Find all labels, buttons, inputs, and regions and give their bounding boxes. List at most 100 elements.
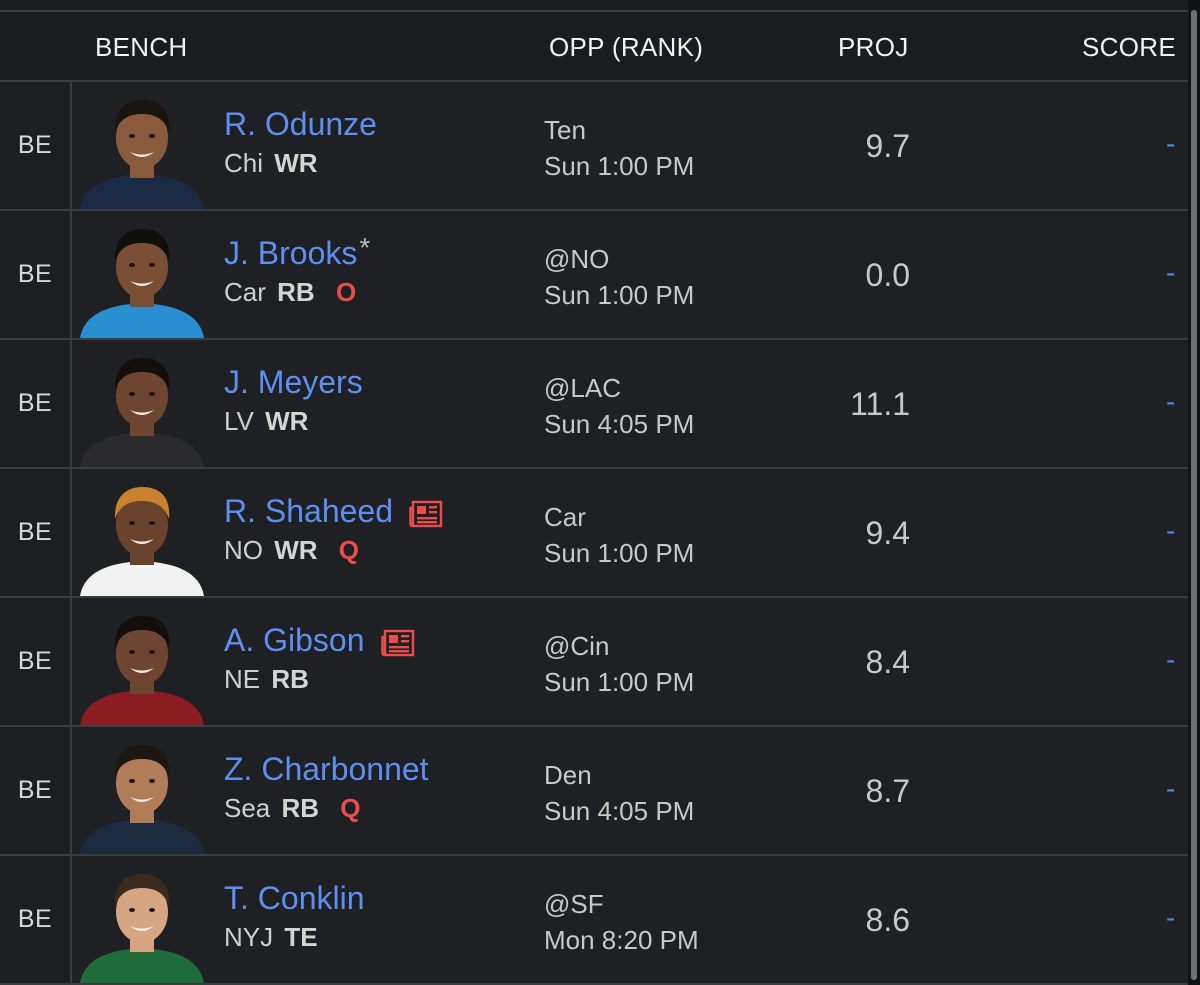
player-team-position: Sea RB Q xyxy=(224,793,361,824)
player-name-link[interactable]: J. Meyers xyxy=(224,364,363,401)
player-position: WR xyxy=(274,148,318,178)
player-position: RB xyxy=(271,664,309,694)
lineup-slot[interactable]: BE xyxy=(0,340,72,467)
player-row[interactable]: BE R. Shaheed NO WR Q Car Sun 1:00 PM 9.… xyxy=(0,469,1188,598)
slot-label: BE xyxy=(17,905,53,933)
player-name-link[interactable]: T. Conklin xyxy=(224,880,365,917)
player-row[interactable]: BE T. Conklin NYJ TE @SF Mon 8:20 PM 8.6… xyxy=(0,856,1188,985)
opponent[interactable]: @LAC xyxy=(544,370,694,406)
player-name-link[interactable]: R. Odunze xyxy=(224,106,377,143)
header-score[interactable]: SCORE xyxy=(1082,32,1176,63)
score-value[interactable]: - xyxy=(1166,515,1175,547)
player-team-position: Chi WR xyxy=(224,148,318,179)
player-headshot[interactable] xyxy=(72,348,212,467)
player-team-position: NE RB xyxy=(224,664,309,695)
opponent-info: @LAC Sun 4:05 PM xyxy=(544,370,694,442)
score-value[interactable]: - xyxy=(1166,386,1175,418)
slot-label: BE xyxy=(17,776,53,804)
opponent-info: Ten Sun 1:00 PM xyxy=(544,112,694,184)
player-headshot[interactable] xyxy=(72,90,212,209)
player-name-link[interactable]: R. Shaheed xyxy=(224,493,393,530)
player-team: LV xyxy=(224,406,254,436)
slot-label: BE xyxy=(17,260,53,288)
player-headshot[interactable] xyxy=(72,735,212,854)
projected-points: 9.7 xyxy=(865,128,910,164)
player-row[interactable]: BE Z. Charbonnet Sea RB Q Den Sun 4:05 P… xyxy=(0,727,1188,856)
player-row[interactable]: BE R. Odunze Chi WR Ten Sun 1:00 PM 9.7 … xyxy=(0,82,1188,211)
news-icon[interactable] xyxy=(409,499,443,527)
score-value[interactable]: - xyxy=(1166,257,1175,289)
player-name-link[interactable]: A. Gibson xyxy=(224,622,365,659)
player-headshot[interactable] xyxy=(72,864,212,983)
score-value[interactable]: - xyxy=(1166,773,1175,805)
lineup-slot[interactable]: BE xyxy=(0,598,72,725)
opponent[interactable]: Ten xyxy=(544,112,694,148)
header-proj[interactable]: PROJ xyxy=(838,32,909,63)
score-value[interactable]: - xyxy=(1166,644,1175,676)
player-name-line: R. Shaheed xyxy=(224,493,443,530)
game-time: Sun 4:05 PM xyxy=(544,796,695,826)
game-time: Sun 1:00 PM xyxy=(544,280,695,310)
scrollbar[interactable] xyxy=(1188,0,1200,985)
projected-points: 11.1 xyxy=(850,386,910,422)
score-value[interactable]: - xyxy=(1166,902,1175,934)
top-strip xyxy=(0,0,1188,12)
opponent[interactable]: Car xyxy=(544,499,694,535)
opponent-info: Car Sun 1:00 PM xyxy=(544,499,694,571)
player-name-line: A. Gibson xyxy=(224,622,415,659)
injury-status-badge: Q xyxy=(340,793,361,823)
player-team-position: NYJ TE xyxy=(224,922,318,953)
player-headshot[interactable] xyxy=(72,606,212,725)
player-name-line: R. Odunze xyxy=(224,106,377,143)
player-team: Sea xyxy=(224,793,271,823)
scrollbar-thumb[interactable] xyxy=(1191,10,1197,980)
player-position: WR xyxy=(274,535,318,565)
opponent[interactable]: @SF xyxy=(544,886,699,922)
player-row[interactable]: BE J. Meyers LV WR @LAC Sun 4:05 PM 11.1… xyxy=(0,340,1188,469)
game-time: Mon 8:20 PM xyxy=(544,925,699,955)
player-team: Car xyxy=(224,277,266,307)
lineup-slot[interactable]: BE xyxy=(0,82,72,209)
bench-roster-list: BE R. Odunze Chi WR Ten Sun 1:00 PM 9.7 … xyxy=(0,82,1188,985)
lineup-slot[interactable]: BE xyxy=(0,469,72,596)
player-team: NO xyxy=(224,535,263,565)
game-time: Sun 4:05 PM xyxy=(544,409,695,439)
game-time: Sun 1:00 PM xyxy=(544,151,695,181)
lineup-slot[interactable]: BE xyxy=(0,211,72,338)
player-team-position: NO WR Q xyxy=(224,535,359,566)
game-time: Sun 1:00 PM xyxy=(544,667,695,697)
player-team-position: Car RB O xyxy=(224,277,356,308)
opponent[interactable]: Den xyxy=(544,757,694,793)
slot-label: BE xyxy=(17,389,53,417)
slot-label: BE xyxy=(17,518,53,546)
player-headshot[interactable] xyxy=(72,477,212,596)
lineup-slot[interactable]: BE xyxy=(0,856,72,983)
slot-label: BE xyxy=(17,647,53,675)
opponent-info: Den Sun 4:05 PM xyxy=(544,757,694,829)
injury-status-badge: Q xyxy=(338,535,360,565)
injury-status-badge: O xyxy=(335,277,357,307)
projected-points: 8.4 xyxy=(865,644,910,680)
game-time: Sun 1:00 PM xyxy=(544,538,695,568)
opponent-info: @Cin Sun 1:00 PM xyxy=(544,628,694,700)
player-name-line: J. Brooks * xyxy=(224,231,371,272)
lineup-slot[interactable]: BE xyxy=(0,727,72,854)
header-opp-rank: OPP (RANK) xyxy=(549,32,704,62)
player-team-position: LV WR xyxy=(224,406,308,437)
player-headshot[interactable] xyxy=(72,219,212,338)
player-team: Chi xyxy=(224,148,264,178)
score-value[interactable]: - xyxy=(1166,128,1175,160)
projected-points: 8.7 xyxy=(865,773,910,809)
news-icon[interactable] xyxy=(380,628,415,656)
player-name-link[interactable]: J. Brooks xyxy=(224,235,357,272)
table-header: BENCH OPP (RANK) PROJ SCORE xyxy=(0,12,1188,82)
header-bench: BENCH xyxy=(95,32,188,62)
player-team: NE xyxy=(224,664,261,694)
opponent[interactable]: @NO xyxy=(544,241,694,277)
player-row[interactable]: BE J. Brooks * Car RB O @NO Sun 1:00 PM … xyxy=(0,211,1188,340)
projected-points: 8.6 xyxy=(865,902,910,938)
opponent[interactable]: @Cin xyxy=(544,628,694,664)
player-note-star: * xyxy=(359,231,371,263)
player-name-link[interactable]: Z. Charbonnet xyxy=(224,751,429,788)
player-row[interactable]: BE A. Gibson NE RB @Cin Sun 1:00 PM 8.4 … xyxy=(0,598,1188,727)
